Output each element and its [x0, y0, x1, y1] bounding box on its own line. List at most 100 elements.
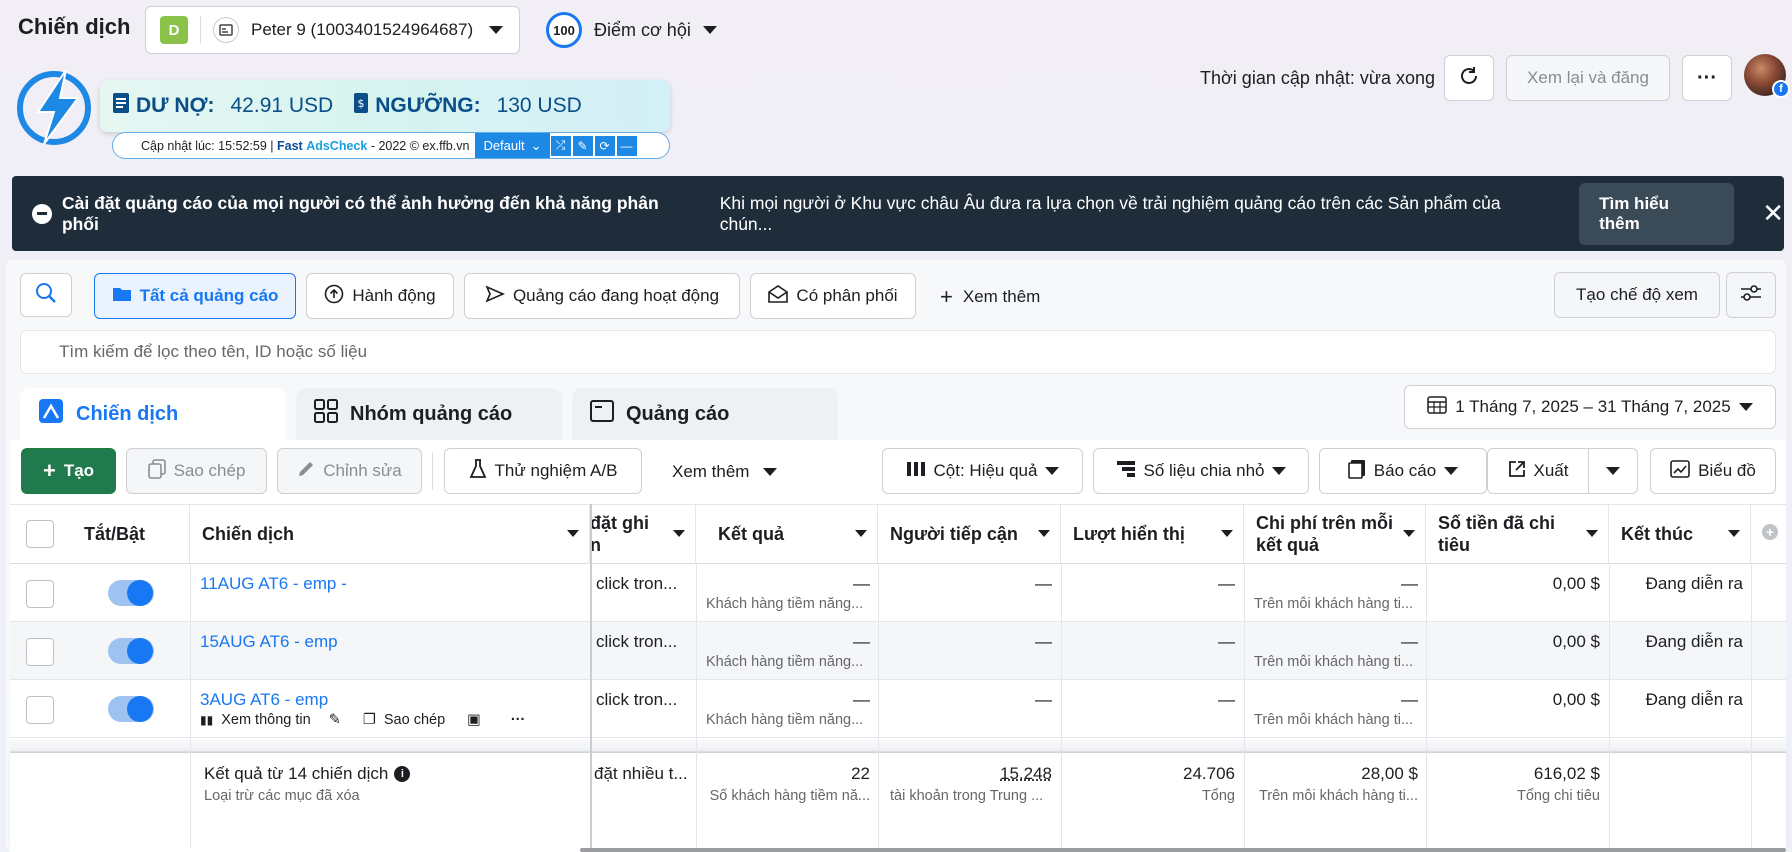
chevron-down-icon: ⌄ — [530, 137, 542, 153]
external-link-icon — [1508, 460, 1526, 483]
columns-button[interactable]: Cột: Hiệu quả — [882, 448, 1083, 494]
col-attribution[interactable]: đặt ghi n — [590, 504, 696, 564]
campaign-name-link[interactable]: 15AUG AT6 - emp — [200, 632, 338, 652]
col-toggle[interactable]: Tắt/Bật — [72, 504, 190, 564]
see-more-filters[interactable]: + Xem thêm — [940, 284, 1040, 310]
cpr-sub: Trên mỗi khách hàng ti... — [1254, 712, 1414, 728]
chevron-down-icon — [1221, 530, 1233, 537]
export-dropdown[interactable] — [1588, 448, 1638, 494]
ends-cell: Đang diễn ra — [1645, 690, 1743, 709]
col-ends[interactable]: Kết thúc — [1609, 504, 1751, 564]
campaign-toggle[interactable] — [108, 580, 154, 606]
col-cost-per-result[interactable]: Chi phí trên mỗi kết quả — [1244, 504, 1426, 564]
spent-cell: 0,00 $ — [1552, 690, 1600, 709]
chevron-down-icon — [1738, 403, 1753, 411]
more-options-button[interactable]: ··· — [1682, 55, 1732, 101]
tab-campaigns[interactable]: Chiến dịch — [20, 388, 286, 440]
ab-test-button[interactable]: Thử nghiệm A/B — [444, 448, 642, 494]
chart-icon[interactable]: ▣ — [467, 712, 481, 728]
breakdown-button[interactable]: Số liệu chia nhỏ — [1093, 448, 1309, 494]
search-input[interactable]: Tìm kiếm để lọc theo tên, ID hoặc số liệ… — [20, 330, 1776, 374]
campaign-name-link[interactable]: 11AUG AT6 - emp - — [200, 574, 347, 594]
refresh-icon[interactable]: ⟳ — [593, 134, 616, 157]
campaign-name-link[interactable]: 3AUG AT6 - emp — [200, 690, 328, 710]
results-sub: Khách hàng tiềm năng... — [706, 654, 864, 670]
col-reach[interactable]: Người tiếp cận — [878, 504, 1061, 564]
row-checkbox[interactable] — [26, 580, 54, 608]
duplicate-button[interactable]: Sao chép — [126, 448, 267, 494]
info-icon[interactable]: i — [394, 766, 411, 782]
toolbar-see-more[interactable]: Xem thêm — [672, 462, 778, 482]
threshold-label: NGƯỠNG: — [375, 94, 481, 117]
search-button[interactable] — [20, 273, 72, 317]
edit-icon[interactable]: ✎ — [571, 134, 594, 157]
filter-actions[interactable]: Hành động — [306, 273, 454, 319]
export-button[interactable]: Xuất — [1487, 448, 1589, 494]
view-settings-button[interactable] — [1726, 272, 1776, 318]
refresh-button[interactable] — [1444, 55, 1494, 101]
col-amount-spent[interactable]: Số tiền đã chi tiêu — [1426, 504, 1609, 564]
chevron-down-icon — [1728, 530, 1740, 537]
filter-active-ads[interactable]: Quảng cáo đang hoạt động — [464, 273, 740, 319]
summary-results-sub: Số khách hàng tiềm nă... — [709, 788, 870, 804]
ab-test-label: Thử nghiệm A/B — [494, 461, 618, 480]
date-range-label: 1 Tháng 7, 2025 – 31 Tháng 7, 2025 — [1455, 397, 1731, 416]
col-results[interactable]: Kết quả — [696, 504, 878, 564]
filter-delivering[interactable]: Có phân phối — [750, 273, 916, 319]
cpr-cell: — — [1401, 690, 1418, 709]
review-publish-button[interactable]: Xem lại và đăng — [1506, 55, 1670, 101]
summary-cpr-sub: Trên mỗi khách hàng ti... — [1258, 788, 1418, 804]
results-sub: Khách hàng tiềm năng... — [706, 596, 864, 612]
column-divider — [190, 564, 191, 848]
row-checkbox[interactable] — [26, 638, 54, 666]
create-view-button[interactable]: Tạo chế độ xem — [1554, 272, 1720, 318]
campaign-toggle[interactable] — [108, 638, 154, 664]
shuffle-icon[interactable]: ⤮ — [549, 134, 572, 157]
copy-icon: ❐ — [362, 712, 376, 728]
chart-label: Biểu đồ — [1698, 461, 1756, 480]
profile-select[interactable]: Default ⌄ — [475, 133, 550, 158]
horizontal-scrollbar[interactable] — [580, 848, 1786, 852]
create-button[interactable]: + Tạo — [21, 448, 116, 494]
chevron-down-icon — [673, 530, 685, 537]
summary-title: Kết quả từ 14 chiến dịch i — [204, 764, 411, 784]
filter-all-ads[interactable]: Tất cả quảng cáo — [94, 273, 296, 319]
account-selector[interactable]: D Peter 9 (1003401524964687) — [145, 6, 520, 54]
col-label: Kết quả — [718, 523, 785, 544]
duplicate-action[interactable]: Sao chép — [384, 712, 445, 728]
col-campaign[interactable]: Chiến dịch — [190, 504, 590, 564]
debt-panel: DƯ NỢ: 42.91 USD $ NGƯỠNG: 130 USD — [100, 80, 670, 132]
more-icon[interactable]: ··· — [511, 712, 526, 728]
col-label: tiêu — [1438, 535, 1471, 555]
calendar-icon — [1427, 395, 1448, 419]
tab-label: Nhóm quảng cáo — [350, 402, 513, 425]
minimize-icon[interactable]: — — [615, 134, 638, 157]
tab-adsets[interactable]: Nhóm quảng cáo — [296, 388, 562, 440]
impressions-cell: — — [1218, 574, 1235, 593]
view-info-action[interactable]: Xem thông tin — [221, 712, 310, 728]
edit-button[interactable]: Chỉnh sửa — [277, 448, 422, 494]
tab-ads[interactable]: Quảng cáo — [572, 388, 838, 440]
avatar[interactable]: f — [1744, 54, 1790, 98]
pencil-icon[interactable]: ✎ — [329, 712, 341, 728]
update-time-text: Thời gian cập nhật: vừa xong — [1200, 68, 1435, 88]
cpr-cell: — — [1401, 632, 1418, 651]
date-range-picker[interactable]: 1 Tháng 7, 2025 – 31 Tháng 7, 2025 — [1404, 385, 1776, 429]
select-all-checkbox[interactable] — [26, 520, 54, 548]
learn-more-button[interactable]: Tìm hiểu thêm — [1579, 182, 1735, 245]
close-icon[interactable]: ✕ — [1762, 198, 1784, 229]
report-icon — [1347, 459, 1366, 484]
reports-button[interactable]: Báo cáo — [1319, 448, 1487, 494]
send-icon — [485, 284, 505, 309]
attribution-cell: click tron... — [596, 574, 678, 593]
divider — [200, 16, 201, 44]
chart-button[interactable]: Biểu đồ — [1650, 448, 1776, 494]
campaign-toggle[interactable] — [108, 696, 154, 722]
breakdown-label: Số liệu chia nhỏ — [1143, 461, 1265, 480]
summary-impressions: 24.706 — [1183, 764, 1235, 783]
row-checkbox[interactable] — [26, 696, 54, 724]
add-column-icon[interactable]: + — [1762, 524, 1778, 540]
col-impressions[interactable]: Lượt hiển thị — [1061, 504, 1244, 564]
grid-icon — [314, 399, 338, 429]
opportunity-score[interactable]: 100 Điểm cơ hội — [546, 12, 717, 48]
